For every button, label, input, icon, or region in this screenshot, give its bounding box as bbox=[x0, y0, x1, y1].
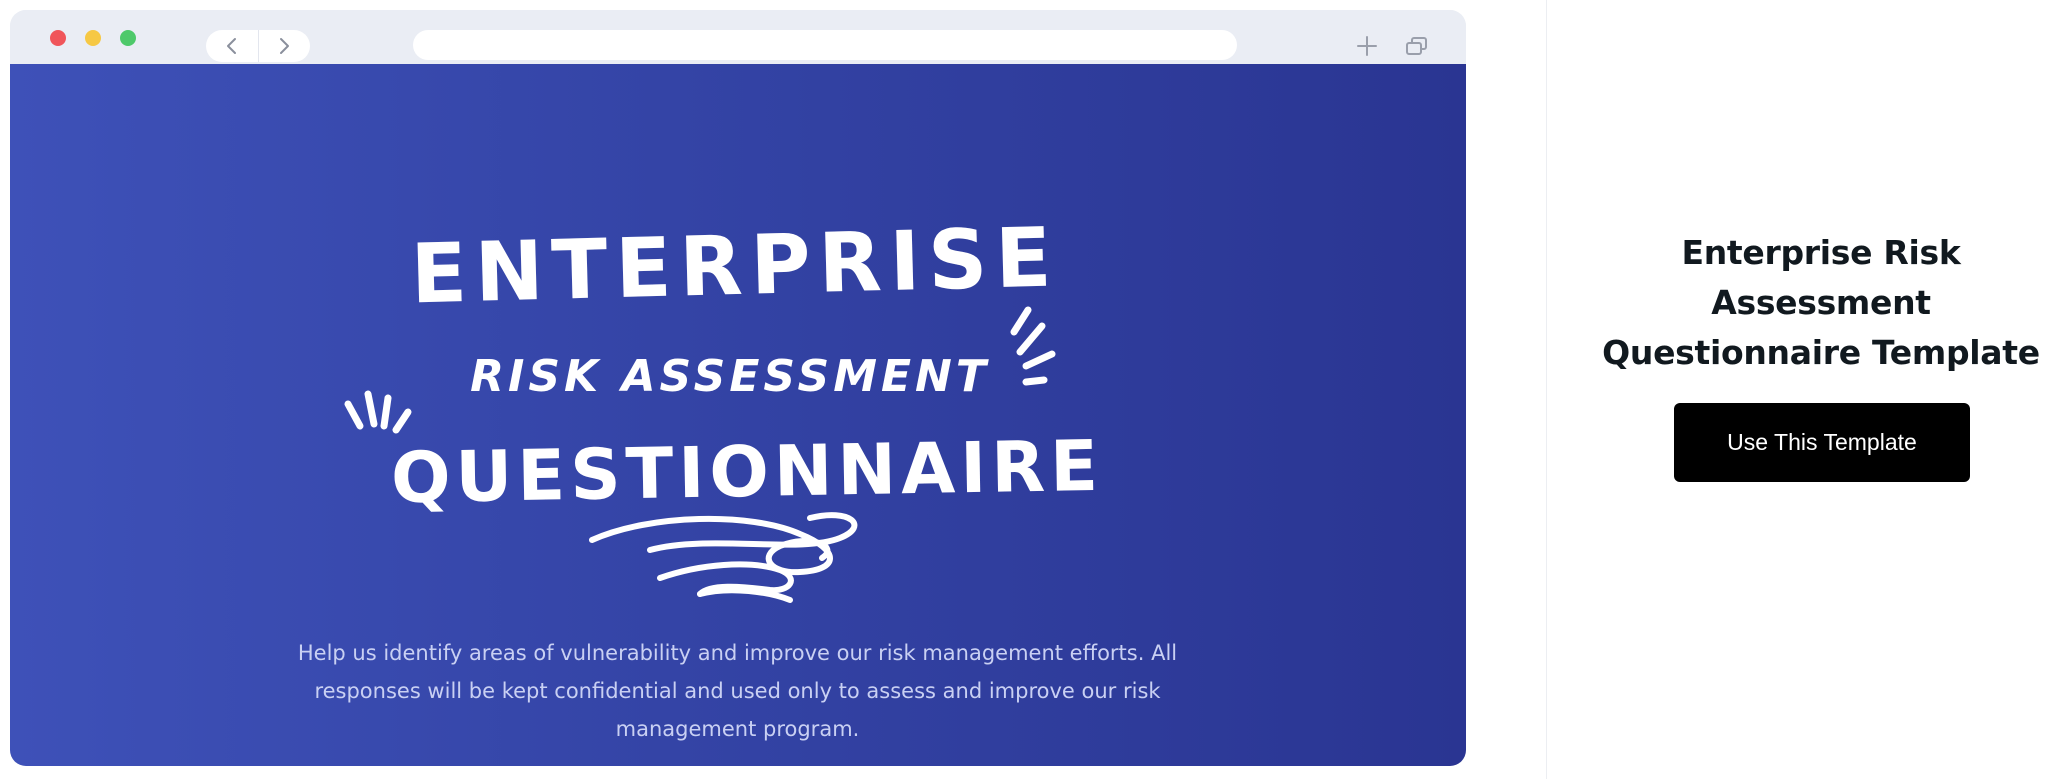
use-template-button[interactable]: Use This Template bbox=[1674, 403, 1970, 482]
hero-title-line1: ENTERPRISE bbox=[410, 211, 1061, 323]
hero-description: Help us identify areas of vulnerability … bbox=[297, 641, 1178, 741]
hero-title-artwork: ENTERPRISE RISK ASSESSMENT QUESTIONNAIRE bbox=[344, 211, 1104, 603]
back-icon bbox=[226, 38, 236, 54]
navigation-buttons bbox=[206, 30, 310, 62]
new-tab-icon bbox=[1357, 36, 1377, 56]
new-tab-button[interactable] bbox=[1353, 32, 1381, 60]
hero-title-line3: QUESTIONNAIRE bbox=[390, 425, 1103, 519]
browser-toolbar bbox=[10, 10, 1466, 64]
minimize-window-dot[interactable] bbox=[85, 30, 101, 46]
close-window-dot[interactable] bbox=[50, 30, 66, 46]
tabs-icon bbox=[1406, 37, 1427, 55]
address-bar[interactable] bbox=[413, 30, 1237, 60]
tabs-overview-button[interactable] bbox=[1403, 32, 1431, 60]
hero-banner: ENTERPRISE RISK ASSESSMENT QUESTIONNAIRE bbox=[10, 64, 1466, 766]
hero-title-line2: RISK ASSESSMENT bbox=[470, 351, 990, 402]
template-title: Enterprise Risk Assessment Questionnaire… bbox=[1602, 233, 2040, 372]
maximize-window-dot[interactable] bbox=[120, 30, 136, 46]
panel-divider bbox=[1546, 0, 1547, 779]
sparkle-right-icon bbox=[1010, 306, 1056, 386]
sparkle-left-icon bbox=[344, 390, 412, 434]
browser-window: ENTERPRISE RISK ASSESSMENT QUESTIONNAIRE bbox=[10, 10, 1466, 766]
forward-button[interactable] bbox=[257, 30, 311, 62]
back-button[interactable] bbox=[206, 30, 258, 62]
forward-icon bbox=[280, 38, 290, 54]
flourish-swirl-icon bbox=[589, 512, 858, 603]
